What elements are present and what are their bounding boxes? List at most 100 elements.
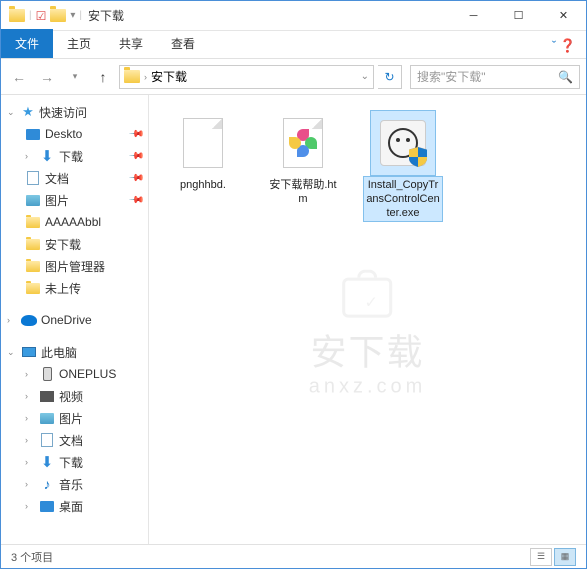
sidebar-item-downloads[interactable]: ›⬇下载 <box>1 451 148 473</box>
chevron-right-icon[interactable]: › <box>25 435 35 445</box>
check-icon[interactable]: ☑ <box>36 9 47 23</box>
nav-tree[interactable]: ⌄ ★ 快速访问 Deskto📌 ›⬇下载📌 文档📌 图片📌 AAAAAbbl … <box>1 95 149 544</box>
details-view-button[interactable]: ☰ <box>530 548 552 566</box>
help-icon[interactable]: ˇ ❓ <box>542 34 586 58</box>
search-input[interactable]: 搜索"安下载" 🔍 <box>410 65 580 89</box>
sidebar-item-documents[interactable]: › 文档 <box>1 429 148 451</box>
shield-icon <box>409 147 427 167</box>
folder-icon <box>26 283 40 294</box>
chevron-right-icon[interactable]: › <box>25 391 35 401</box>
sidebar-item-videos[interactable]: › 视频 <box>1 385 148 407</box>
exe-icon <box>380 120 426 166</box>
chevron-down-icon[interactable]: ⌄ <box>7 107 17 118</box>
breadcrumb-item[interactable]: 安下载 <box>151 68 187 85</box>
thispc-header[interactable]: ⌄ 此电脑 <box>1 341 148 363</box>
pin-icon: 📌 <box>127 170 144 187</box>
file-name: Install_CopyTransControlCenter.exe <box>364 177 442 221</box>
tree-label: 音乐 <box>59 476 83 493</box>
folder-icon <box>124 70 140 83</box>
quick-access-header[interactable]: ⌄ ★ 快速访问 <box>1 101 148 123</box>
tree-label: 图片 <box>59 410 83 427</box>
tree-label: OneDrive <box>41 313 92 327</box>
chevron-down-icon[interactable]: ⌄ <box>7 347 17 358</box>
minimize-button[interactable]: ─ <box>451 1 496 31</box>
folder-icon <box>9 9 25 22</box>
titlebar[interactable]: | ☑ ▾ | 安下载 ─ ☐ ✕ <box>1 1 586 31</box>
sidebar-item-pictures[interactable]: 图片📌 <box>1 189 148 211</box>
sidebar-item-folder[interactable]: AAAAAbbl <box>1 211 148 233</box>
pin-icon: 📌 <box>127 192 144 209</box>
file-item[interactable]: 安下载帮助.htm <box>263 111 343 207</box>
file-name: pnghhbd. <box>178 177 228 193</box>
tab-share[interactable]: 共享 <box>105 29 157 58</box>
sidebar-item-phone[interactable]: › ONEPLUS <box>1 363 148 385</box>
sidebar-item-folder[interactable]: 安下载 <box>1 233 148 255</box>
search-placeholder: 搜索"安下载" <box>417 68 486 85</box>
sidebar-item-music[interactable]: › ♪音乐 <box>1 473 148 495</box>
item-count: 3 个项目 <box>11 549 53 565</box>
file-icon <box>183 118 223 168</box>
separator-icon: | <box>79 10 82 21</box>
sidebar-item-pictures[interactable]: › 图片 <box>1 407 148 429</box>
file-pane[interactable]: pnghhbd. 安下载帮助.htm Inst <box>149 95 586 544</box>
folder-icon <box>26 217 40 228</box>
maximize-button[interactable]: ☐ <box>496 1 541 31</box>
chevron-right-icon[interactable]: › <box>25 501 35 511</box>
tree-label: 下载 <box>59 148 83 165</box>
pc-icon <box>22 347 36 357</box>
statusbar: 3 个项目 ☰ ▦ <box>1 544 586 568</box>
search-icon[interactable]: 🔍 <box>558 70 573 84</box>
tree-label: 此电脑 <box>41 344 77 361</box>
sidebar-item-desktop[interactable]: Deskto📌 <box>1 123 148 145</box>
chevron-right-icon[interactable]: › <box>25 413 35 423</box>
chevron-right-icon[interactable]: › <box>144 72 147 82</box>
sidebar-item-desktop[interactable]: › 桌面 <box>1 495 148 517</box>
tab-view[interactable]: 查看 <box>157 29 209 58</box>
picture-icon <box>40 413 54 424</box>
tree-label: ONEPLUS <box>59 367 116 381</box>
tab-home[interactable]: 主页 <box>53 29 105 58</box>
breadcrumb[interactable]: › 安下载 ⌄ <box>119 65 374 89</box>
sidebar-item-folder[interactable]: 图片管理器 <box>1 255 148 277</box>
window-controls: ─ ☐ ✕ <box>451 1 586 31</box>
video-icon <box>40 391 54 402</box>
chevron-right-icon[interactable]: › <box>7 315 17 325</box>
chevron-down-icon[interactable]: ⌄ <box>361 71 369 82</box>
up-button[interactable]: ↑ <box>91 65 115 89</box>
recent-dropdown[interactable]: ▾ <box>63 65 87 89</box>
sidebar-item-folder[interactable]: 未上传 <box>1 277 148 299</box>
chevron-right-icon[interactable]: › <box>25 479 35 489</box>
file-item[interactable]: pnghhbd. <box>163 111 243 193</box>
qat: | ☑ ▾ | <box>1 9 82 23</box>
nav-bar: ← → ▾ ↑ › 安下载 ⌄ ↻ 搜索"安下载" 🔍 <box>1 59 586 95</box>
forward-button[interactable]: → <box>35 65 59 89</box>
folder-icon[interactable] <box>50 9 66 22</box>
tree-label: 桌面 <box>59 498 83 515</box>
chevron-right-icon[interactable]: › <box>25 457 35 467</box>
folder-icon <box>26 261 40 272</box>
qat-dropdown-icon[interactable]: ▾ <box>70 10 75 21</box>
file-name: 安下载帮助.htm <box>264 177 342 207</box>
refresh-button[interactable]: ↻ <box>378 65 402 89</box>
close-button[interactable]: ✕ <box>541 1 586 31</box>
explorer-window: | ☑ ▾ | 安下载 ─ ☐ ✕ 文件 主页 共享 查看 ˇ ❓ ← → ▾ … <box>0 0 587 569</box>
sidebar-item-downloads[interactable]: ›⬇下载📌 <box>1 145 148 167</box>
chevron-right-icon[interactable]: › <box>25 369 35 379</box>
window-title: 安下载 <box>88 7 124 24</box>
back-button[interactable]: ← <box>7 65 31 89</box>
music-icon: ♪ <box>39 476 55 492</box>
sidebar-item-documents[interactable]: 文档 📌 <box>1 167 148 189</box>
icons-view-button[interactable]: ▦ <box>554 548 576 566</box>
chevron-right-icon[interactable]: › <box>25 151 35 161</box>
tree-label: 文档 <box>59 432 83 449</box>
desktop-icon <box>40 501 54 512</box>
document-icon <box>27 171 39 185</box>
file-item-selected[interactable]: Install_CopyTransControlCenter.exe <box>363 111 443 221</box>
desktop-icon <box>26 129 40 140</box>
tree-label: 图片管理器 <box>45 258 105 275</box>
onedrive-header[interactable]: › OneDrive <box>1 309 148 331</box>
tree-label: 视频 <box>59 388 83 405</box>
tab-file[interactable]: 文件 <box>1 29 53 58</box>
tree-label: 文档 <box>45 170 69 187</box>
htm-icon <box>283 118 323 168</box>
